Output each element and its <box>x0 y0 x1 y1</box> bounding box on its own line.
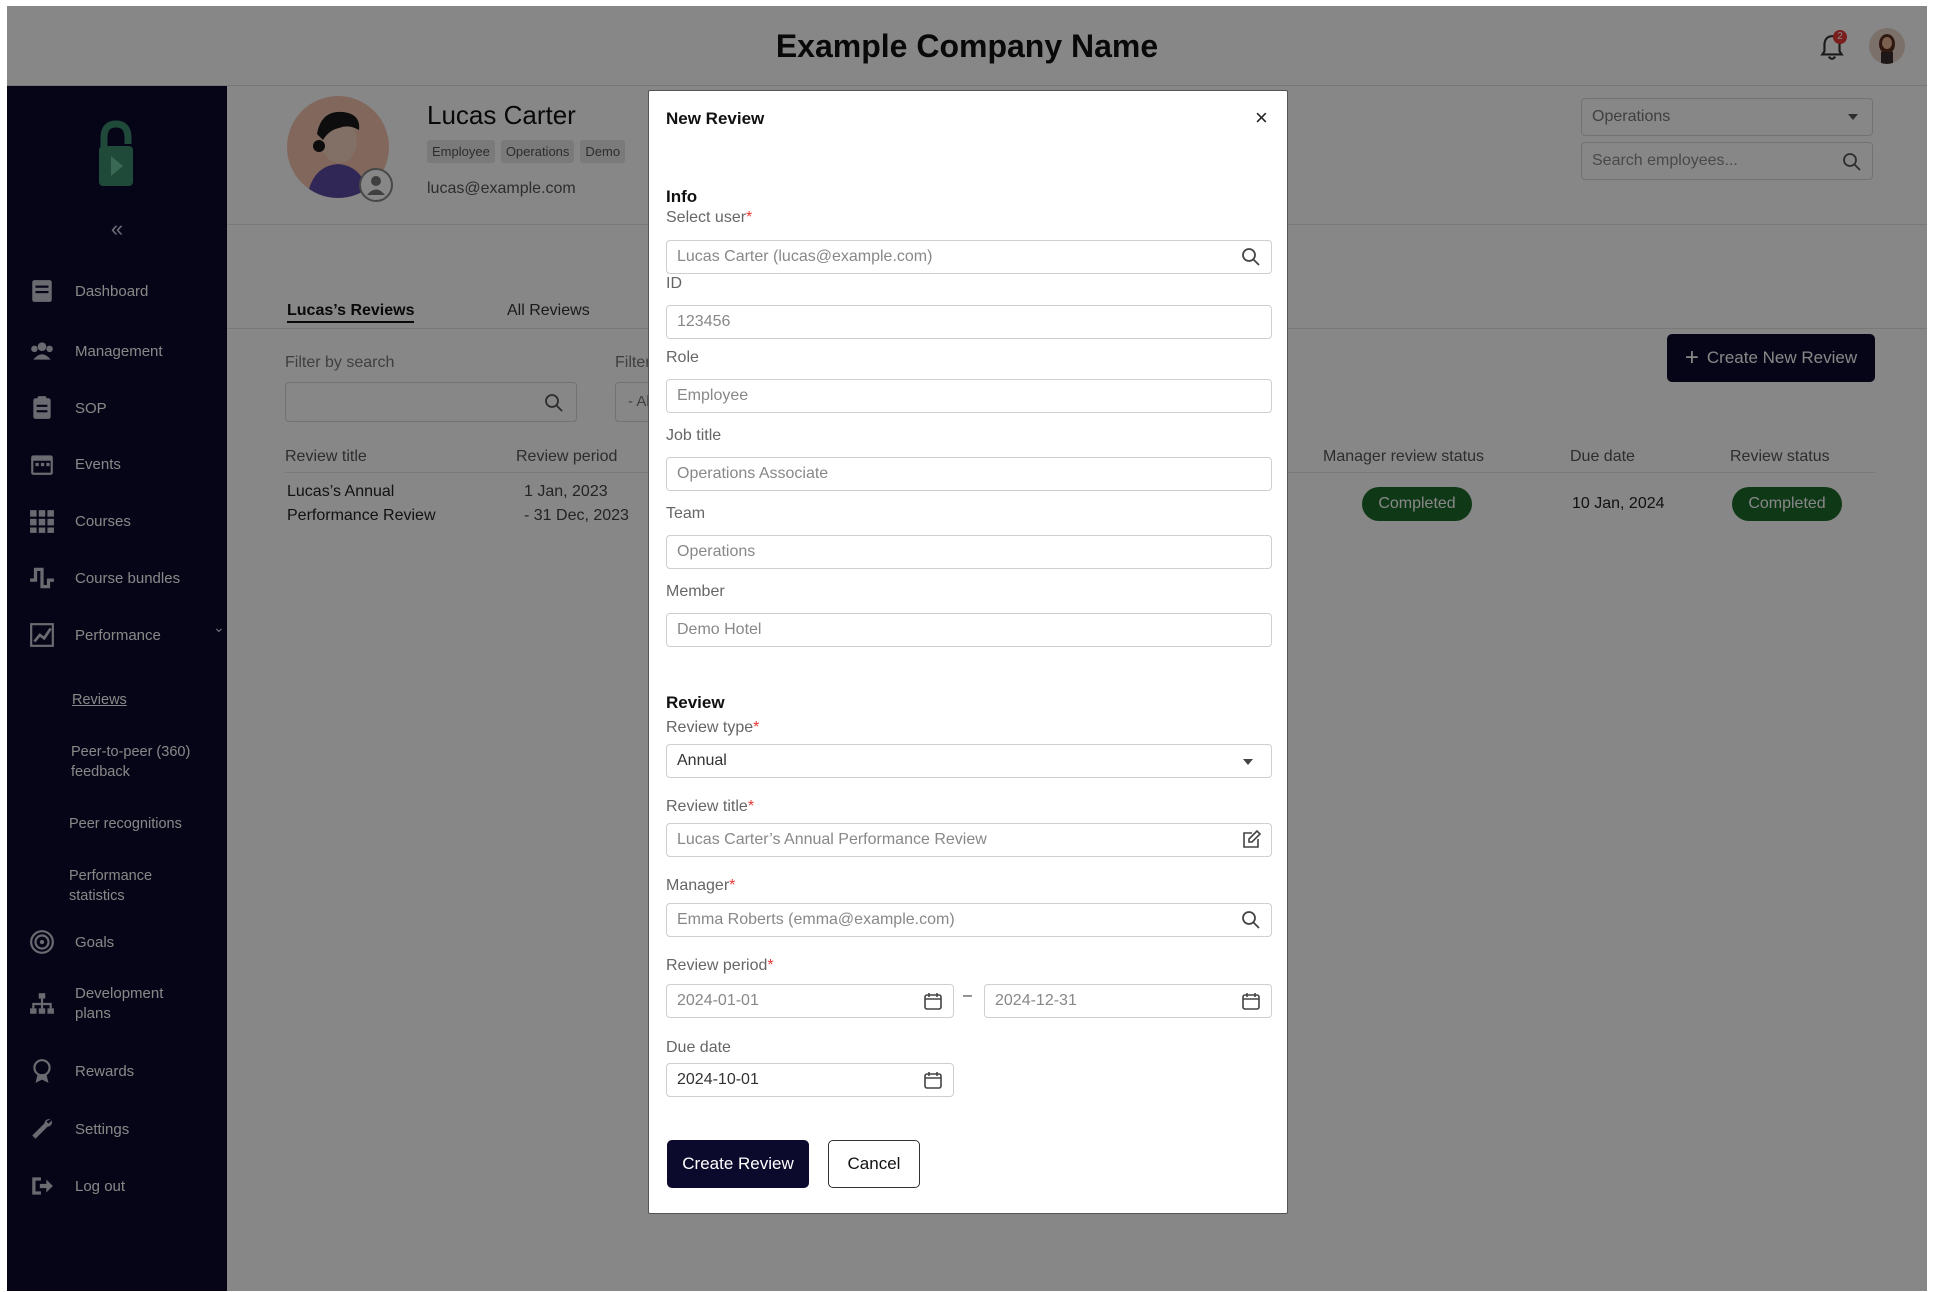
team-field: Operations <box>666 535 1272 569</box>
calendar-icon[interactable] <box>923 991 943 1011</box>
edit-icon[interactable] <box>1241 830 1261 850</box>
due-date-input[interactable]: 2024-10-01 <box>666 1063 954 1097</box>
member-field: Demo Hotel <box>666 613 1272 647</box>
info-section-heading: Info <box>666 187 698 206</box>
select-user-value: Lucas Carter (lucas@example.com) <box>677 248 933 265</box>
calendar-icon[interactable] <box>1241 991 1261 1011</box>
period-start-value: 2024-01-01 <box>677 992 759 1009</box>
period-end-input[interactable]: 2024-12-31 <box>984 984 1272 1018</box>
select-user-label: Select user* <box>666 209 753 226</box>
member-label: Member <box>666 583 725 600</box>
search-icon <box>1242 911 1260 929</box>
id-field: 123456 <box>666 305 1272 339</box>
period-end-value: 2024-12-31 <box>995 992 1077 1009</box>
role-label: Role <box>666 349 699 366</box>
select-user-input[interactable]: Lucas Carter (lucas@example.com) <box>666 240 1272 274</box>
manager-label: Manager* <box>666 877 736 894</box>
due-date-label: Due date <box>666 1039 731 1056</box>
job-title-field: Operations Associate <box>666 457 1272 491</box>
review-section-heading: Review <box>666 693 725 712</box>
create-review-button[interactable]: Create Review <box>667 1140 809 1188</box>
review-type-value: Annual <box>677 752 727 769</box>
close-icon[interactable]: × <box>1255 105 1268 131</box>
role-field: Employee <box>666 379 1272 413</box>
review-title-input[interactable]: Lucas Carter’s Annual Performance Review <box>666 823 1272 857</box>
due-date-value: 2024-10-01 <box>677 1071 759 1088</box>
calendar-icon[interactable] <box>923 1070 943 1090</box>
job-title-label: Job title <box>666 427 722 444</box>
review-type-select[interactable]: Annual <box>666 744 1272 778</box>
review-title-value: Lucas Carter’s Annual Performance Review <box>677 831 987 848</box>
cancel-button[interactable]: Cancel <box>828 1140 920 1188</box>
app-frame: Example Company Name 2 « Dashboard Manag… <box>7 6 1927 1291</box>
review-type-label: Review type* <box>666 719 760 736</box>
review-title-label: Review title* <box>666 798 755 815</box>
team-label: Team <box>666 505 706 522</box>
period-separator: – <box>963 987 972 1004</box>
search-icon <box>1242 248 1260 266</box>
manager-input[interactable]: Emma Roberts (emma@example.com) <box>666 903 1272 937</box>
review-period-label: Review period* <box>666 957 774 974</box>
period-start-input[interactable]: 2024-01-01 <box>666 984 954 1018</box>
manager-value: Emma Roberts (emma@example.com) <box>677 911 955 928</box>
new-review-modal: New Review × Info Select user* Lucas Car… <box>648 90 1288 1214</box>
caret-down-icon <box>1243 759 1253 765</box>
modal-title: New Review <box>666 109 765 128</box>
id-label: ID <box>666 275 682 292</box>
